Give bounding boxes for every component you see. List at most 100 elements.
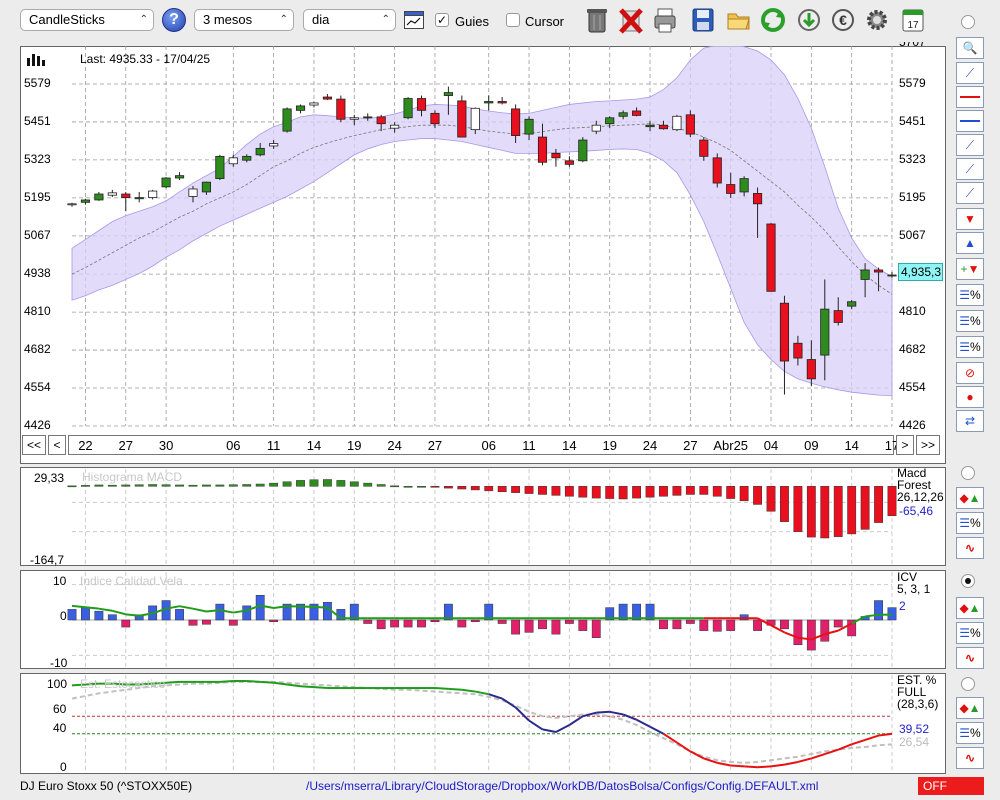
icv-bar (578, 619, 588, 631)
candle-body (537, 136, 548, 163)
candle-body (618, 112, 628, 117)
macd-lines-icon[interactable]: ☰% (956, 512, 984, 534)
candle-body (188, 188, 198, 197)
icv-side-line2: 5, 3, 1 (897, 582, 931, 596)
record-dot-icon[interactable]: ● (956, 386, 984, 408)
macd-bar (806, 486, 816, 538)
indicator-panel-radio[interactable] (961, 677, 975, 691)
last-price-label: Last: 4935.33 - 17/04/25 (80, 52, 211, 66)
candle-body (672, 115, 682, 131)
macd-bar (780, 486, 789, 522)
candle (121, 191, 131, 212)
icv-arrows-icon[interactable]: ◆▲ (956, 597, 984, 619)
icv-bar (833, 619, 843, 628)
save-icon[interactable] (690, 6, 716, 34)
sell-arrow-icon[interactable]: ▼ (956, 208, 984, 230)
y-axis-label-right: 4554 (899, 380, 926, 395)
cursor-checkbox[interactable] (506, 13, 520, 27)
x-axis-label: 19 (602, 438, 617, 453)
candle-body (457, 100, 467, 138)
icv-bar (121, 619, 131, 628)
guides-checkbox[interactable]: ✓ (435, 13, 449, 27)
chart-overlay-icon[interactable]: ⟋ (956, 62, 984, 84)
stoch-k-segment (166, 680, 180, 684)
icv-lines-icon[interactable]: ☰% (956, 622, 984, 644)
swap-arrows-icon[interactable]: ⇄ (956, 410, 984, 432)
grid-lines-icon[interactable]: ☰% (956, 284, 984, 306)
horizontal-red-line-icon[interactable] (956, 86, 984, 108)
candle-body (282, 108, 292, 132)
macd-bar (161, 484, 171, 487)
icv-bar (457, 619, 467, 628)
candle (403, 97, 413, 120)
period-select[interactable]: 3 mesos ⌃ (194, 9, 294, 31)
macd-bar (470, 486, 480, 491)
svg-text:17: 17 (907, 20, 919, 31)
macd-arrows-icon[interactable]: ◆▲ (956, 487, 984, 509)
zoom-icon[interactable]: 🔍 (956, 37, 984, 59)
candle-body (511, 108, 521, 136)
euro-icon[interactable]: € (830, 6, 856, 34)
chart-type-value: CandleSticks (29, 12, 105, 27)
macd-curve-icon[interactable]: ∿ (956, 537, 984, 559)
stoch-side-line3: (28,3,6) (897, 697, 939, 711)
macd-bar (349, 481, 359, 487)
candle (215, 154, 225, 181)
main-chart-radio[interactable] (961, 15, 975, 29)
print-icon[interactable] (652, 6, 678, 34)
stoch-lines-icon[interactable]: ☰% (956, 722, 984, 744)
chart-type-select[interactable]: CandleSticks ⌃ (20, 9, 154, 31)
icv-value: 2 (899, 599, 906, 613)
download-update-icon[interactable] (796, 6, 822, 34)
footer-config-path[interactable]: /Users/mserra/Library/CloudStorage/Dropb… (306, 779, 818, 793)
stoch-arrows-icon[interactable]: ◆▲ (956, 697, 984, 719)
x-axis-label: 11 (266, 438, 281, 453)
status-off-badge[interactable]: OFF (918, 777, 984, 795)
nav-next-button[interactable]: > (896, 435, 914, 455)
percent-range-icon[interactable]: ☰% (956, 310, 984, 332)
icv-curve-icon[interactable]: ∿ (956, 647, 984, 669)
stoch-curve-icon[interactable]: ∿ (956, 747, 984, 769)
gear-icon[interactable] (864, 6, 890, 34)
candle-body (107, 192, 117, 196)
nav-last-button[interactable]: >> (916, 435, 940, 455)
stoch-k-segment (568, 715, 584, 726)
fibonacci-icon[interactable]: ⟋ (956, 182, 984, 204)
macd-bar (645, 486, 655, 498)
percent-lines-icon[interactable]: ☰% (956, 336, 984, 358)
macd-bar (457, 486, 467, 490)
current-price-badge: 4,935,3 (898, 263, 943, 281)
trash-icon[interactable] (584, 6, 610, 34)
chevron-updown-icon: ⌃ (381, 14, 390, 25)
trendline-icon[interactable]: ⟋ (956, 134, 984, 156)
open-folder-icon[interactable] (726, 6, 752, 34)
horizontal-blue-line-icon[interactable] (956, 110, 984, 132)
refresh-icon[interactable] (760, 6, 786, 34)
macd-y-max: 29,33 (34, 471, 65, 485)
candle-body (645, 124, 655, 128)
buy-sell-marker-icon[interactable]: +▼ (956, 258, 984, 280)
macd-bar (81, 485, 90, 487)
nav-first-button[interactable]: << (22, 435, 46, 455)
stoch-k-segment (717, 761, 731, 767)
no-entry-icon[interactable]: ⊘ (956, 362, 984, 384)
interval-value: dia (312, 12, 330, 27)
chart-window-icon[interactable] (404, 11, 424, 29)
indicator-panel-radio[interactable] (961, 574, 975, 588)
stoch-y-0: 0 (60, 760, 67, 774)
macd-bar (726, 486, 736, 499)
svg-text:€: € (839, 12, 847, 28)
delete-icon[interactable] (618, 6, 644, 34)
macd-bar (255, 483, 265, 487)
nav-prev-button[interactable]: < (48, 435, 66, 455)
help-icon[interactable]: ? (162, 8, 186, 32)
buy-arrow-icon[interactable]: ▲ (956, 232, 984, 254)
macd-bar (175, 484, 184, 487)
indicator-panel-radio[interactable] (961, 466, 975, 480)
x-axis-label: 06 (226, 438, 241, 453)
stoch-k-segment (286, 683, 301, 688)
channel-icon[interactable]: ⟋ (956, 158, 984, 180)
candle-body (215, 155, 225, 179)
calendar-icon[interactable]: 17 (900, 6, 926, 34)
interval-select[interactable]: dia ⌃ (303, 9, 396, 31)
